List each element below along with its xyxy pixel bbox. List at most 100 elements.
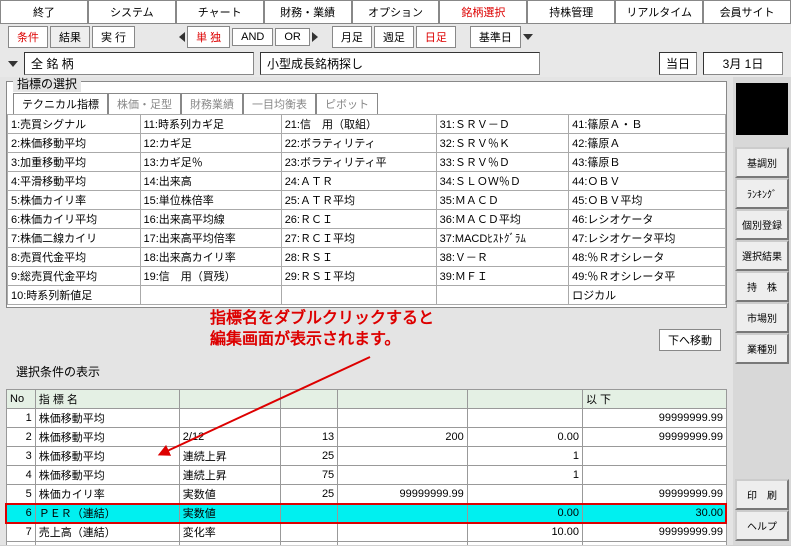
indicator-cell[interactable]: 44:ＯＢＶ	[569, 172, 726, 191]
table-row[interactable]: 7売上高（連結）変化率10.0099999999.99	[7, 523, 727, 542]
indicator-cell[interactable]: 49:％Ｒオシレータ平	[569, 267, 726, 286]
cond-cell[interactable]: 99999999.99	[338, 485, 468, 504]
basedate-dropdown-icon[interactable]	[523, 34, 533, 40]
indicator-cell[interactable]: 46:レシオケータ	[569, 210, 726, 229]
sidebar-button[interactable]: 市場別	[735, 302, 789, 333]
sidebar-button[interactable]: ﾗﾝｷﾝｸﾞ	[735, 178, 789, 209]
indicator-cell[interactable]: 5:株価カイリ率	[8, 191, 141, 210]
cond-cell[interactable]: 99999999.99	[582, 428, 726, 447]
next-icon[interactable]	[312, 32, 318, 42]
top-tab[interactable]: 財務・業績	[264, 0, 352, 23]
dropdown1-icon[interactable]	[8, 61, 18, 67]
cond-cell[interactable]	[338, 542, 468, 546]
indicator-cell[interactable]: ロジカル	[569, 286, 726, 305]
indicator-cell[interactable]: 13:カギ足％	[140, 153, 281, 172]
indicator-cell[interactable]: 42:篠原Ａ	[569, 134, 726, 153]
cond-cell[interactable]: 1	[467, 466, 582, 485]
cond-cell[interactable]: 売上高（連結）	[35, 523, 179, 542]
indicator-cell[interactable]: 21:信 用（取組）	[281, 115, 436, 134]
indicator-cell[interactable]: 15:単位株倍率	[140, 191, 281, 210]
day-button[interactable]: 日足	[416, 26, 456, 48]
indicator-cell[interactable]: 16:出来高平均線	[140, 210, 281, 229]
top-tab[interactable]: オプション	[352, 0, 440, 23]
cond-cell[interactable]	[280, 523, 338, 542]
indicator-cell[interactable]: 18:出来高カイリ率	[140, 248, 281, 267]
month-button[interactable]: 月足	[332, 26, 372, 48]
cond-cell[interactable]: 2	[7, 428, 36, 447]
cond-cell[interactable]: 実数値	[179, 485, 280, 504]
indicator-cell[interactable]	[140, 286, 281, 305]
or-button[interactable]: OR	[275, 28, 310, 46]
sidebar-button[interactable]: 選択結果	[735, 240, 789, 271]
indicator-cell[interactable]: 3:加重移動平均	[8, 153, 141, 172]
indicator-cell[interactable]: 27:ＲＣＩ平均	[281, 229, 436, 248]
cond-cell[interactable]: 4	[7, 466, 36, 485]
indicator-cell[interactable]: 24:ＡＴＲ	[281, 172, 436, 191]
top-tab[interactable]: 持株管理	[527, 0, 615, 23]
cond-cell[interactable]: 75	[280, 466, 338, 485]
indicator-cell[interactable]: 4:平滑移動平均	[8, 172, 141, 191]
cond-cell[interactable]: 99999999.99	[582, 485, 726, 504]
cond-cell[interactable]: 経常益（連結）	[35, 542, 179, 546]
indicator-cell[interactable]: 37:MACDﾋｽﾄｸﾞﾗﾑ	[436, 229, 569, 248]
cond-cell[interactable]: 1	[7, 409, 36, 428]
result-button[interactable]: 結果	[50, 26, 90, 48]
cond-cell[interactable]	[280, 542, 338, 546]
sub-tab[interactable]: 株価・足型	[108, 93, 181, 114]
indicator-cell[interactable]: 43:篠原Ｂ	[569, 153, 726, 172]
cond-cell[interactable]	[338, 523, 468, 542]
indicator-cell[interactable]: 33:ＳＲＶ％Ｄ	[436, 153, 569, 172]
cond-cell[interactable]: 3	[7, 447, 36, 466]
cond-cell[interactable]: 99999999.99	[582, 523, 726, 542]
sub-tab[interactable]: テクニカル指標	[13, 93, 108, 114]
cond-cell[interactable]: 1	[467, 447, 582, 466]
cond-cell[interactable]	[338, 466, 468, 485]
cond-cell[interactable]: 5	[7, 485, 36, 504]
indicator-cell[interactable]: 1:売買シグナル	[8, 115, 141, 134]
top-tab[interactable]: リアルタイム	[615, 0, 703, 23]
and-button[interactable]: AND	[232, 28, 273, 46]
exec-button[interactable]: 実 行	[92, 26, 135, 48]
cond-cell[interactable]	[582, 447, 726, 466]
cond-cell[interactable]: 変化率	[179, 523, 280, 542]
cond-cell[interactable]	[280, 504, 338, 523]
sidebar-button[interactable]: 持 株	[735, 271, 789, 302]
indicator-cell[interactable]: 48:％Ｒオシレータ	[569, 248, 726, 267]
cond-cell[interactable]: 株価カイリ率	[35, 485, 179, 504]
sub-tab[interactable]: 一目均衡表	[243, 93, 316, 114]
indicator-cell[interactable]: 39:ＭＦＩ	[436, 267, 569, 286]
indicator-cell[interactable]: 10:時系列新値足	[8, 286, 141, 305]
indicator-cell[interactable]: 35:ＭＡＣＤ	[436, 191, 569, 210]
cond-cell[interactable]: 10.00	[467, 523, 582, 542]
indicator-cell[interactable]: 34:ＳＬＯＷ％Ｄ	[436, 172, 569, 191]
cond-cell[interactable]	[467, 409, 582, 428]
move-down-button[interactable]: 下へ移動	[659, 329, 721, 351]
cond-cell[interactable]: 0.10	[467, 542, 582, 546]
indicator-cell[interactable]: 45:ＯＢＶ平均	[569, 191, 726, 210]
indicator-cell[interactable]: 11:時系列カギ足	[140, 115, 281, 134]
sidebar-button[interactable]: 基調別	[735, 147, 789, 178]
cond-cell[interactable]: 0.00	[467, 504, 582, 523]
table-row[interactable]: 5株価カイリ率実数値2599999999.9999999999.99	[7, 485, 727, 504]
indicator-cell[interactable]: 47:レシオケータ平均	[569, 229, 726, 248]
cond-cell[interactable]	[467, 485, 582, 504]
week-button[interactable]: 週足	[374, 26, 414, 48]
sidebar-bottom-button[interactable]: 印 刷	[735, 479, 789, 510]
sidebar-button[interactable]: 業種別	[735, 333, 789, 364]
single-button[interactable]: 単 独	[187, 26, 230, 48]
table-row[interactable]: 8経常益（連結）変化率0.1099999999.99	[7, 542, 727, 546]
cond-cell[interactable]: 25	[280, 485, 338, 504]
cond-cell[interactable]: 実数値	[179, 504, 280, 523]
indicator-cell[interactable]: 36:ＭＡＣＤ平均	[436, 210, 569, 229]
indicator-cell[interactable]: 17:出来高平均倍率	[140, 229, 281, 248]
stock-filter[interactable]: 全 銘 柄	[24, 52, 254, 75]
indicator-cell[interactable]: 22:ボラティリティ	[281, 134, 436, 153]
indicator-cell[interactable]: 31:ＳＲＶ－Ｄ	[436, 115, 569, 134]
cond-cell[interactable]: ＰＥＲ（連結）	[35, 504, 179, 523]
indicator-cell[interactable]: 38:Ｖ－Ｒ	[436, 248, 569, 267]
sidebar-bottom-button[interactable]: ヘルプ	[735, 510, 789, 541]
cond-cell[interactable]: 連続上昇	[179, 466, 280, 485]
indicator-cell[interactable]: 41:篠原Ａ・Ｂ	[569, 115, 726, 134]
indicator-table[interactable]: 1:売買シグナル11:時系列カギ足21:信 用（取組）31:ＳＲＶ－Ｄ41:篠原…	[7, 114, 726, 305]
indicator-cell[interactable]: 23:ボラティリティ平	[281, 153, 436, 172]
